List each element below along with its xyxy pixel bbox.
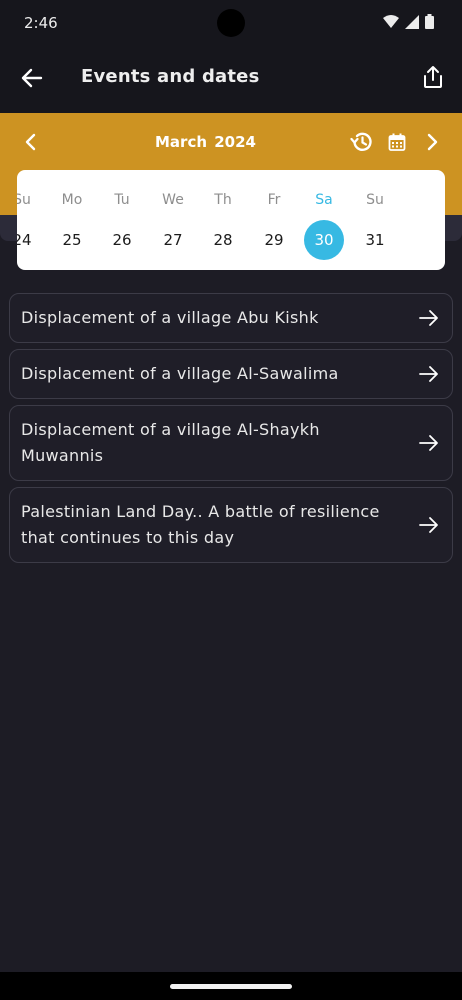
day-number: 29 [264, 231, 284, 249]
calendar-picker-button[interactable] [385, 129, 409, 155]
day-number: 26 [112, 231, 132, 249]
back-button[interactable] [18, 64, 46, 92]
event-list-item[interactable]: Displacement of a village Al-Sawalima [9, 349, 453, 399]
history-icon [350, 132, 372, 151]
battery-icon [425, 14, 434, 29]
calendar-icon [388, 133, 406, 151]
event-title: Displacement of a village Al-Shaykh Muwa… [21, 420, 320, 465]
event-list-item[interactable]: Displacement of a village Abu Kishk [9, 293, 453, 343]
day-of-week-label: Th [214, 192, 232, 208]
day-number: 24 [17, 231, 32, 249]
wifi-icon [383, 14, 399, 28]
camera-cutout [217, 9, 245, 37]
day-item[interactable]: Su 24 [17, 170, 47, 270]
event-list-item[interactable]: Displacement of a village Al-Shaykh Muwa… [9, 405, 453, 481]
arrow-right-icon [419, 366, 438, 382]
day-number: 31 [365, 231, 385, 249]
day-item[interactable]: Tu 26 [97, 170, 147, 270]
day-item[interactable]: Fr 29 [249, 170, 299, 270]
day-item[interactable]: Th 28 [198, 170, 248, 270]
history-button[interactable] [348, 128, 376, 156]
arrow-right-icon [419, 517, 438, 533]
event-title: Palestinian Land Day.. A battle of resil… [21, 502, 380, 547]
prev-month-button[interactable] [18, 129, 44, 155]
event-title: Displacement of a village Abu Kishk [21, 308, 319, 327]
day-of-week-label: Tu [114, 192, 130, 208]
day-item[interactable]: We 27 [148, 170, 198, 270]
status-time: 2:46 [24, 14, 58, 32]
share-icon [424, 66, 442, 88]
day-of-week-label: Mo [61, 192, 83, 208]
day-of-week-label: We [162, 192, 184, 208]
day-item[interactable]: Mo 25 [47, 170, 97, 270]
signal-icon [405, 14, 419, 29]
month-title[interactable]: March 2024 [155, 133, 256, 151]
day-number: 25 [62, 231, 82, 249]
chevron-right-icon [427, 133, 438, 151]
day-number: 28 [213, 231, 233, 249]
day-of-week-label: Su [17, 192, 31, 208]
share-button[interactable] [418, 62, 448, 92]
arrow-right-icon [419, 310, 438, 326]
status-bar: 2:46 [0, 0, 462, 46]
chevron-left-icon [25, 133, 36, 151]
next-month-button[interactable] [419, 129, 445, 155]
event-list-item[interactable]: Palestinian Land Day.. A battle of resil… [9, 487, 453, 563]
arrow-left-icon [21, 68, 43, 88]
day-of-week-label: Sa [315, 192, 333, 208]
event-title: Displacement of a village Al-Sawalima [21, 364, 339, 383]
day-of-week-label: Fr [267, 192, 281, 208]
system-nav-bar [0, 972, 462, 1000]
home-indicator[interactable] [170, 984, 292, 989]
week-strip: Su 24 Mo 25 Tu 26 We 27 Th 28 Fr 29 Sa 3… [17, 170, 445, 270]
day-number: 30 [304, 220, 344, 260]
day-item[interactable]: Su 31 [350, 170, 400, 270]
app-bar: Events and dates [0, 46, 462, 113]
day-item-selected[interactable]: Sa 30 [299, 170, 349, 270]
day-number: 27 [163, 231, 183, 249]
day-of-week-label: Su [366, 192, 384, 208]
arrow-right-icon [419, 435, 438, 451]
page-title: Events and dates [81, 66, 260, 87]
status-icons [383, 14, 434, 29]
event-list: Displacement of a village Abu Kishk Disp… [9, 293, 453, 569]
